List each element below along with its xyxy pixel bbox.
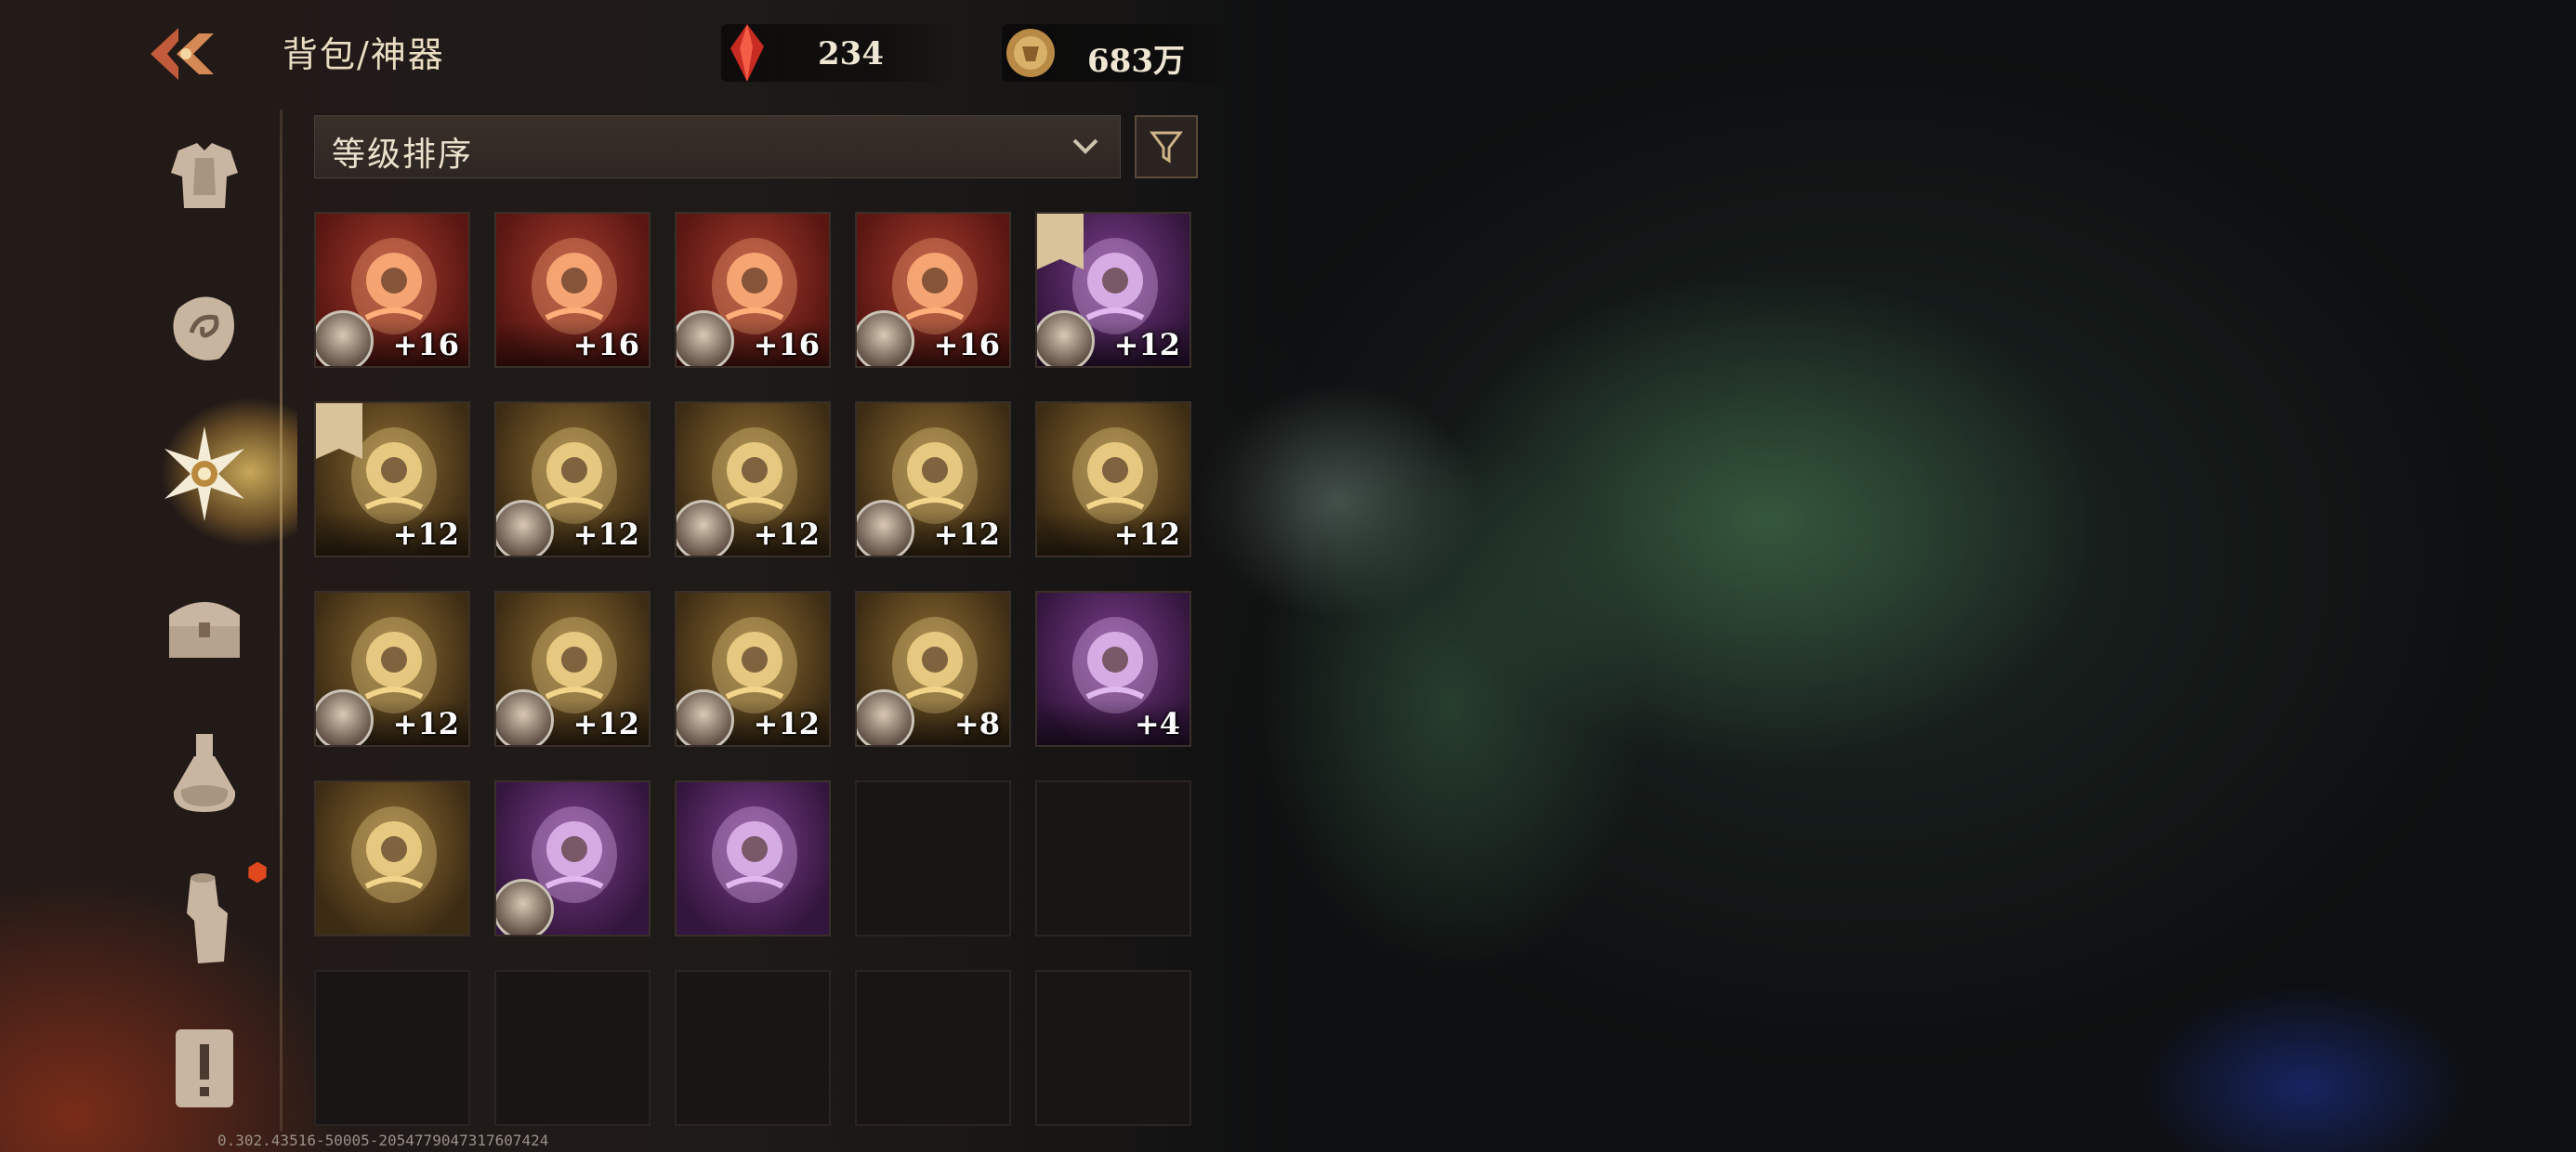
sidebar-item-rune[interactable] [149, 269, 260, 381]
item-slot[interactable]: +16 [855, 212, 1011, 368]
hero-avatar-green-orc [857, 500, 914, 556]
item-level: +16 [933, 327, 1000, 362]
item-slot[interactable]: +12 [675, 401, 831, 557]
chest-armor-icon [171, 143, 238, 208]
back-arrow-icon [151, 28, 214, 80]
item-slot[interactable]: +16 [314, 212, 470, 368]
back-button[interactable] [139, 19, 223, 89]
item-slot[interactable] [494, 780, 651, 936]
empty-slot [855, 970, 1011, 1126]
hero-avatar-red-hair-woman [677, 500, 734, 556]
item-level: +16 [753, 327, 820, 362]
hero-avatar-gold-mask [1037, 310, 1095, 366]
item-slot[interactable]: +12 [314, 591, 470, 747]
treasure-chest-icon [169, 602, 240, 658]
sidebar-item-material[interactable] [149, 864, 260, 975]
empty-slot [314, 970, 470, 1126]
item-level: +16 [392, 327, 459, 362]
empty-slot [1035, 780, 1191, 936]
version-label: 0.302.43516-50005-2054779047317607424 [217, 1132, 549, 1149]
item-level: +4 [1134, 706, 1180, 741]
hero-avatar-undead-face [496, 689, 554, 745]
potion-flask-icon [173, 734, 236, 812]
empty-slot [855, 780, 1011, 936]
item-level: +12 [392, 706, 459, 741]
sun-emblem-icon [164, 426, 244, 521]
chevron-down-icon [1072, 138, 1098, 154]
item-slot[interactable]: +12 [494, 591, 651, 747]
item-slot[interactable]: +4 [1035, 591, 1191, 747]
sort-label: 等级排序 [332, 136, 474, 174]
hero-avatar-fire-woman [496, 500, 554, 556]
wood-log-icon [187, 873, 228, 963]
scroll-exclamation-icon [176, 1029, 233, 1107]
item-level: +12 [572, 706, 639, 741]
gold-coin-icon [1006, 29, 1055, 77]
red-crystal-icon [730, 24, 764, 82]
item-level: +16 [572, 327, 639, 362]
hero-avatar-white-hair-woman [316, 689, 374, 745]
sidebar-item-artifact[interactable] [149, 418, 260, 530]
item-slot[interactable]: +12 [314, 401, 470, 557]
artifact-gold-medallion-icon [712, 806, 797, 903]
item-slot[interactable] [675, 780, 831, 936]
hero-avatar-old-wizard [857, 310, 914, 366]
gold-amount: 683万 [1087, 43, 1185, 80]
item-slot[interactable]: +12 [675, 591, 831, 747]
item-slot[interactable]: +8 [855, 591, 1011, 747]
hero-avatar-bearded-sage [496, 879, 554, 935]
item-slot[interactable]: +12 [1035, 212, 1191, 368]
item-slot[interactable]: +12 [855, 401, 1011, 557]
sidebar-divider [280, 110, 283, 1132]
item-level: +12 [1113, 327, 1180, 362]
filter-button[interactable] [1135, 115, 1198, 178]
item-slot[interactable]: +16 [675, 212, 831, 368]
hero-avatar-monkey-sage [677, 310, 734, 366]
item-level: +12 [572, 517, 639, 552]
item-level: +8 [953, 706, 1000, 741]
rune-stone-icon [173, 296, 234, 360]
funnel-filter-icon [1150, 131, 1183, 164]
item-slot[interactable]: +16 [494, 212, 651, 368]
item-slot[interactable]: +12 [1035, 401, 1191, 557]
item-level: +12 [392, 517, 459, 552]
item-slot[interactable]: +12 [494, 401, 651, 557]
item-level: +12 [933, 517, 1000, 552]
item-level: +12 [1113, 517, 1180, 552]
item-slot[interactable] [314, 780, 470, 936]
sidebar-item-potion[interactable] [149, 717, 260, 829]
sidebar-item-armor[interactable] [149, 119, 260, 230]
sidebar-item-quest[interactable] [149, 1013, 260, 1124]
item-level: +12 [753, 517, 820, 552]
hero-avatar-blonde-woman [857, 689, 914, 745]
artifact-horseshoe-icon [351, 806, 437, 903]
empty-slot [494, 970, 651, 1126]
page-title: 背包/神器 [283, 34, 445, 75]
sort-dropdown[interactable]: 等级排序 [314, 115, 1121, 178]
currency-crystal[interactable]: 234 [721, 24, 953, 82]
hero-avatar-elf-king [677, 689, 734, 745]
sidebar-item-chest[interactable] [149, 570, 260, 682]
empty-slot [675, 970, 831, 1126]
crystal-amount: 234 [818, 35, 884, 72]
empty-slot [1035, 970, 1191, 1126]
currency-gold[interactable]: 683万 [1002, 24, 1234, 82]
item-level: +12 [753, 706, 820, 741]
hero-avatar-blue-hooded [316, 310, 374, 366]
